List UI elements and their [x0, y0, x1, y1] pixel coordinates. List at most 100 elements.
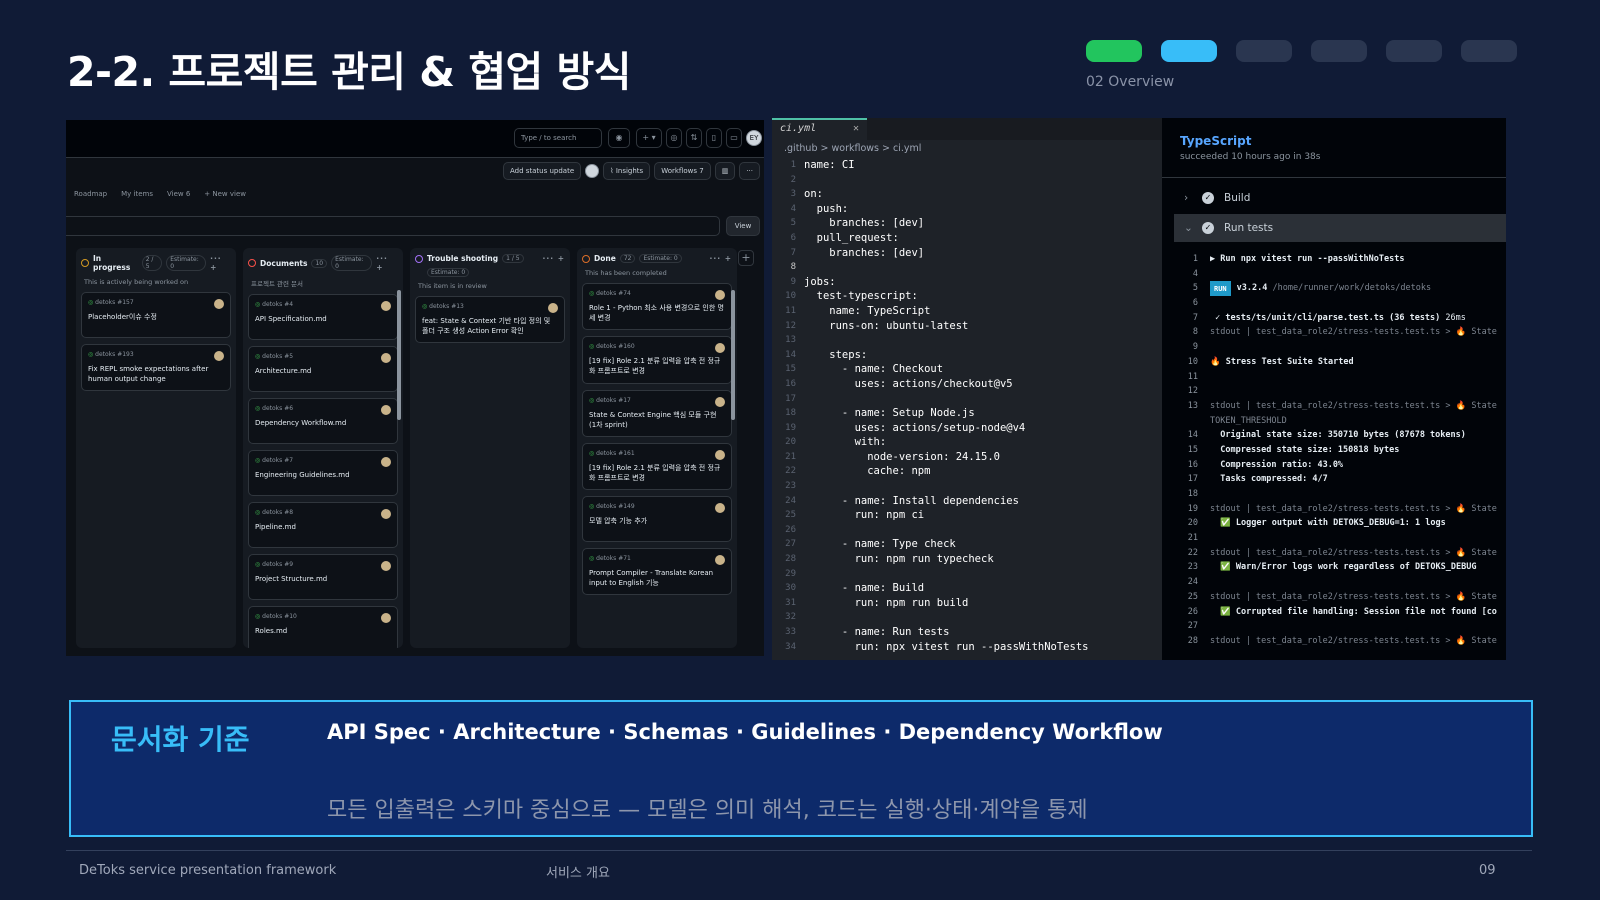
workflows-button[interactable]: Workflows 7 [654, 162, 711, 180]
add-status-update-button[interactable]: Add status update [502, 162, 582, 180]
issue-card[interactable]: detoks #8 Pipeline.md [248, 502, 398, 548]
issue-card[interactable]: detoks #17 State & Context Engine 핵심 모듈 구… [582, 389, 732, 437]
progress-step [1311, 40, 1367, 62]
log-path: /home/runner/work/detoks/detoks [1267, 283, 1432, 294]
code-line: 13 [772, 333, 1162, 348]
close-icon[interactable]: ✕ [853, 123, 859, 134]
log-line-number: 16 [1187, 459, 1198, 470]
insights-button[interactable]: ⌇ Insights [603, 162, 651, 180]
issue-card[interactable]: detoks #157 Placeholder이슈 수정 [81, 292, 231, 338]
tab-ci-yml[interactable]: ci.yml ✕ [772, 118, 867, 140]
issue-card[interactable]: detoks #161 [19 fix] Role 2.1 분류 입력을 압축 전… [582, 442, 732, 491]
more-options-icon[interactable]: ··· [739, 162, 760, 180]
code-line: 10 test-typescript: [772, 289, 1162, 304]
issue-card[interactable]: detoks #193 Fix REPL smoke expectations a… [81, 344, 231, 392]
log-line: 4 [1162, 267, 1506, 282]
column-menu-icon[interactable]: ··· + [376, 254, 398, 272]
pull-requests-icon[interactable]: ⇅ [686, 128, 702, 148]
line-number: 28 [785, 554, 796, 565]
footer-left: DeToks service presentation framework [79, 863, 337, 878]
line-number: 24 [785, 495, 796, 506]
column-menu-icon[interactable]: ··· + [710, 254, 732, 263]
code-line: 6 pull_request: [772, 231, 1162, 246]
issue-card[interactable]: detoks #74 Role 1 - Python 최소 사용 변경으로 인한 … [582, 283, 732, 331]
copilot-icon[interactable]: ◉ [608, 128, 630, 148]
editor-tabbar: ci.yml ✕ [772, 118, 1162, 140]
plus-icon[interactable]: + ▾ [636, 128, 662, 148]
log-line: TOKEN_THRESHOLD [1162, 414, 1506, 429]
log-line: 11 [1162, 370, 1506, 385]
code-area[interactable]: 1 name: CI 2 3 on: 4 push: 5 branches: [dev] 6 … [772, 158, 1162, 654]
log-line-number: 18 [1187, 489, 1198, 499]
issue-ref: detoks #9 [255, 561, 391, 568]
tab-view-6[interactable]: View 6 [167, 190, 190, 198]
scrollbar[interactable] [731, 290, 735, 420]
issue-card[interactable]: detoks #10 Roles.md [248, 606, 398, 648]
issue-card[interactable]: detoks #160 [19 fix] Role 2.1 분류 입력을 압축 전… [582, 336, 732, 384]
projects-icon[interactable]: ▯ [706, 128, 722, 148]
line-number: 17 [785, 393, 796, 404]
log-line-number [1162, 414, 1210, 429]
tab-new-view[interactable]: + New view [204, 190, 246, 198]
code-line: 33 - name: Run tests [772, 625, 1162, 640]
assignee-avatar [715, 449, 725, 460]
issue-card[interactable]: detoks #149 모델 압축 기능 추가 [582, 496, 732, 543]
log-text: stdout | test_data_role2/stress-tests.te… [1210, 635, 1497, 646]
log-text: ✅ Corrupted file handling: Session file … [1210, 606, 1497, 617]
progress-step [1086, 40, 1142, 62]
line-number: 29 [785, 568, 796, 579]
issue-title: Prompt Compiler - Translate Korean input… [589, 569, 714, 588]
line-number: 3 [790, 189, 796, 200]
scrollbar[interactable] [397, 290, 401, 420]
user-avatar[interactable]: EY [746, 130, 762, 146]
log-line: 10 🔥 Stress Test Suite Started [1162, 355, 1506, 370]
search-input[interactable]: Type / to search [514, 128, 602, 148]
issue-ref: detoks #4 [255, 301, 391, 308]
assignee-avatar [381, 457, 391, 467]
issue-ref: detoks #10 [255, 613, 391, 620]
issue-card[interactable]: detoks #7 Engineering Guidelines.md [248, 450, 398, 496]
assignee-avatar [548, 303, 558, 313]
issues-icon[interactable]: ◎ [666, 128, 682, 148]
code-line: 17 [772, 392, 1162, 407]
chevron-down-icon: ⌄ [1184, 222, 1193, 234]
tab-roadmap[interactable]: Roadmap [74, 190, 107, 198]
log-text: ✅ Warn/Error logs work regardless of DET… [1210, 562, 1477, 573]
issue-card[interactable]: detoks #9 Project Structure.md [248, 554, 398, 600]
log-line-number: 21 [1187, 533, 1198, 544]
log-text: stdout | test_data_role2/stress-tests.te… [1210, 327, 1497, 338]
run-badge: RUN [1210, 281, 1231, 297]
log-line: 20 ✅ Logger output with DETOKS_DEBUG=1: … [1162, 516, 1506, 531]
issue-card[interactable]: detoks #13 feat: State & Context 기반 타입 정의… [415, 296, 565, 344]
issue-card[interactable]: detoks #4 API Specification.md [248, 294, 398, 340]
layout-icon[interactable]: ▥ [714, 162, 736, 180]
issue-title: feat: State & Context 기반 타입 정의 및 폴더 구조 생… [422, 317, 551, 336]
column-menu-icon[interactable]: ··· + [543, 254, 565, 263]
view-button[interactable]: View [726, 216, 760, 236]
add-column-button[interactable]: + [738, 250, 754, 266]
issue-card[interactable]: detoks #71 Prompt Compiler - Translate Ko… [582, 548, 732, 596]
log-line: 7 ✓ tests/ts/unit/cli/parse.test.ts (36 … [1162, 311, 1506, 326]
code-text: - name: Type check [804, 538, 956, 551]
status-circle-icon [248, 259, 256, 267]
line-number: 1 [790, 160, 796, 170]
line-number: 21 [785, 451, 796, 462]
tab-my-items[interactable]: My items [121, 190, 153, 198]
log-line: 12 [1162, 384, 1506, 399]
filter-input[interactable] [66, 216, 720, 236]
check-circle-icon: ✓ [1202, 222, 1214, 234]
log-line: 1 ▶ Run npx vitest run --passWithNoTests [1162, 252, 1506, 267]
log-line-number: 12 [1187, 386, 1198, 397]
ci-step-run-tests[interactable]: ⌄ ✓ Run tests [1174, 214, 1506, 242]
inbox-icon[interactable]: ▭ [726, 128, 742, 148]
column-menu-icon[interactable]: ··· + [210, 254, 231, 272]
issue-card[interactable]: detoks #6 Dependency Workflow.md [248, 398, 398, 444]
issue-title: 모델 압축 기능 추가 [589, 517, 648, 526]
ci-step-build[interactable]: › ✓ Build [1162, 184, 1506, 212]
column-header: Trouble shooting 1 / 5 ··· + [415, 254, 565, 263]
issue-card[interactable]: detoks #5 Architecture.md [248, 346, 398, 392]
footer-center: 서비스 개요 [546, 866, 610, 881]
issue-ref: detoks #7 [255, 457, 391, 464]
issue-ref: detoks #71 [589, 555, 725, 562]
column-header: Done 72 Estimate: 0 ··· + [582, 254, 732, 263]
